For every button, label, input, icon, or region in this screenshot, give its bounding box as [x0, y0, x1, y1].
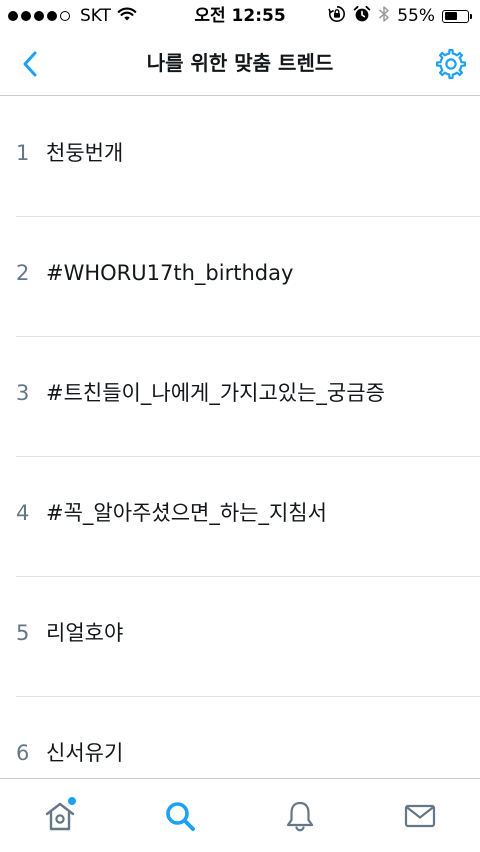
trend-rank: 2 — [16, 261, 30, 285]
status-bar-left: SKT — [8, 0, 137, 32]
bluetooth-icon — [378, 5, 390, 28]
battery-icon — [442, 9, 472, 23]
trend-item-2[interactable]: 2 #WHORU17th_birthday — [0, 217, 480, 337]
trend-item-6[interactable]: 6 신서유기 — [0, 697, 480, 777]
trend-item-4[interactable]: 4 #꼭_알아주셨으면_하는_지침서 — [0, 457, 480, 577]
trend-rank: 4 — [16, 501, 30, 525]
trend-item-3[interactable]: 3 #트친들이_나에게_가지고있는_궁금증 — [0, 337, 480, 457]
trend-rank: 5 — [16, 621, 30, 645]
home-notification-dot — [68, 797, 76, 805]
tab-bar — [0, 778, 480, 852]
search-icon — [166, 801, 195, 831]
trend-rank: 3 — [16, 381, 30, 405]
tab-home[interactable] — [0, 779, 120, 852]
back-button[interactable] — [10, 44, 50, 84]
trend-rank: 6 — [16, 741, 30, 765]
battery-level — [444, 12, 457, 20]
trend-name: 신서유기 — [46, 741, 124, 765]
trends-list: 1 천둥번개 2 #WHORU17th_birthday 3 #트친들이_나에게… — [0, 97, 480, 777]
battery-percent: 55% — [397, 6, 435, 26]
cellular-signal-icon — [8, 11, 70, 21]
status-bar: SKT 오전 12:55 55% — [0, 0, 480, 32]
tab-search[interactable] — [120, 779, 240, 852]
tab-notifications[interactable] — [240, 779, 360, 852]
navigation-bar: 나를 위한 맞춤 트렌드 — [0, 32, 480, 96]
page-title: 나를 위한 맞춤 트렌드 — [146, 51, 334, 75]
trend-rank: 1 — [16, 141, 30, 165]
status-bar-right: 55% — [328, 0, 472, 32]
trend-name: #꼭_알아주셨으면_하는_지침서 — [46, 501, 327, 525]
tab-messages[interactable] — [360, 779, 480, 852]
mail-icon — [404, 804, 436, 827]
trend-name: 천둥번개 — [46, 141, 124, 165]
rotation-lock-icon — [328, 5, 346, 28]
trend-item-5[interactable]: 5 리얼호야 — [0, 577, 480, 697]
gear-icon — [435, 48, 467, 80]
settings-button[interactable] — [430, 43, 472, 85]
trend-name: #트친들이_나에게_가지고있는_궁금증 — [46, 381, 385, 405]
trend-name: #WHORU17th_birthday — [46, 261, 294, 285]
bell-icon — [286, 801, 314, 831]
trend-item-1[interactable]: 1 천둥번개 — [0, 97, 480, 217]
trend-name: 리얼호야 — [46, 621, 124, 645]
carrier-name: SKT — [80, 6, 112, 26]
alarm-icon — [353, 5, 371, 28]
chevron-left-icon — [23, 51, 37, 77]
wifi-icon — [117, 6, 137, 27]
